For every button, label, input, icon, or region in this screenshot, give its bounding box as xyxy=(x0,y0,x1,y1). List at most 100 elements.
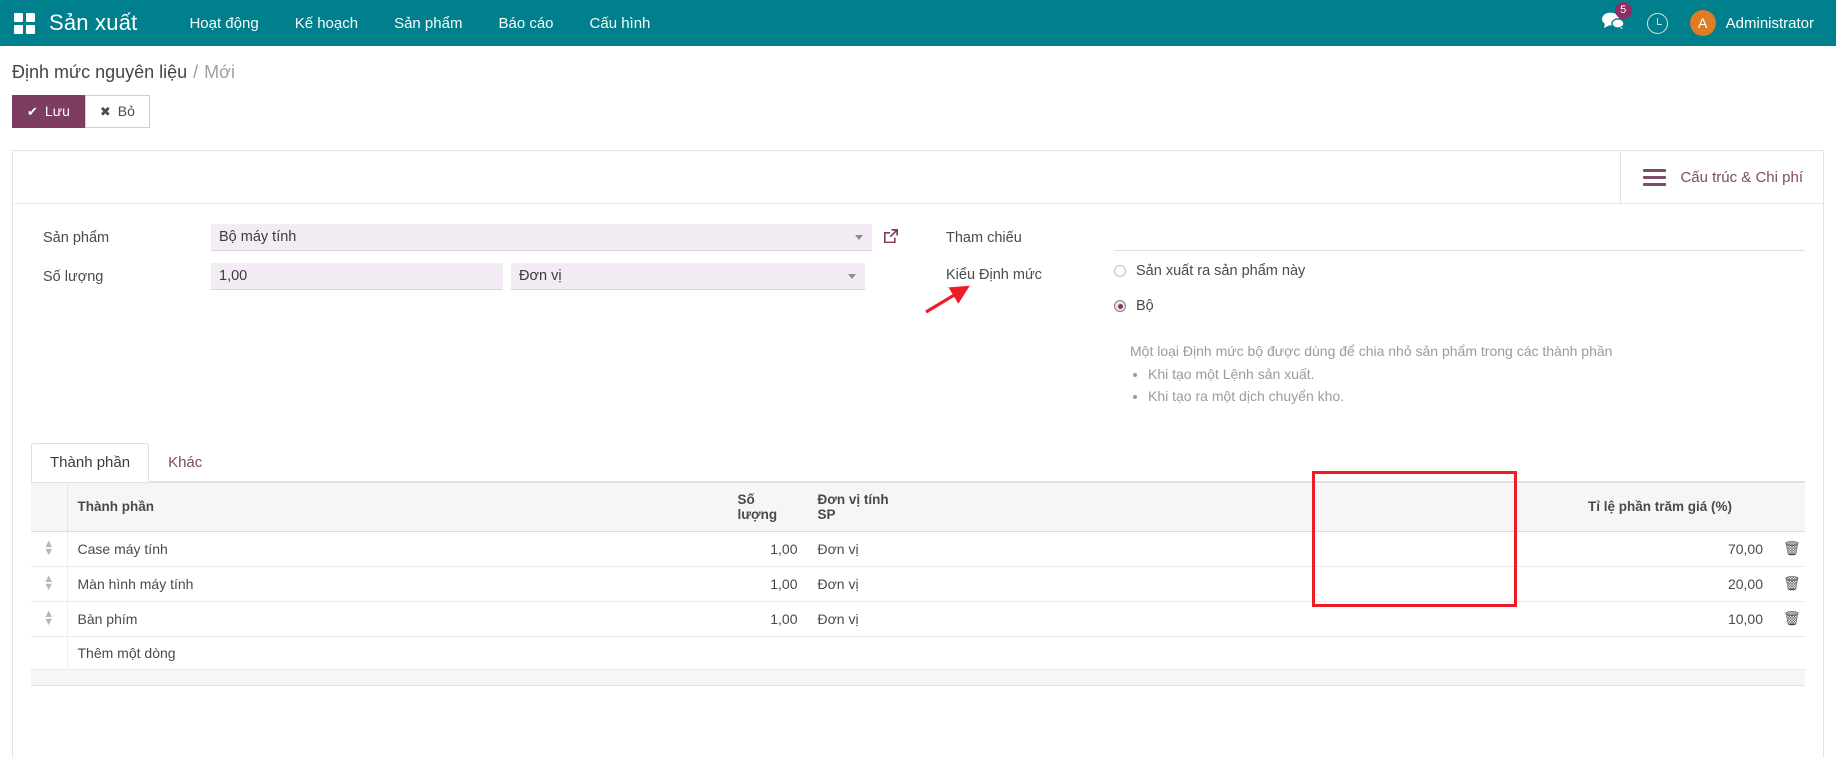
quantity-value: 1,00 xyxy=(219,267,248,284)
save-button-label: Lưu xyxy=(44,103,70,119)
stat-button-structure-cost[interactable]: Cấu trúc & Chi phí xyxy=(1620,150,1823,204)
stat-button-label: Cấu trúc & Chi phí xyxy=(1680,168,1803,186)
row-spacer xyxy=(917,601,1578,637)
breadcrumb-separator: / xyxy=(193,62,199,82)
breadcrumb-bar: Định mức nguyên liệu / Mới xyxy=(0,46,1836,83)
table-row[interactable]: ▲ ▼ Bàn phím 1,00 Đơn vị 10,00 🗑 xyxy=(31,601,1805,637)
field-row-product: Sản phẩm Bộ máy tính xyxy=(33,224,900,252)
column-spacer xyxy=(917,481,1578,532)
row-component-name[interactable]: Màn hình máy tính xyxy=(67,566,728,602)
menu-item-planning[interactable]: Kế hoạch xyxy=(277,9,376,38)
radio-option-manufacture[interactable]: Sản xuất ra sản phẩm này xyxy=(1114,263,1305,279)
column-delete xyxy=(1773,481,1805,532)
column-handle xyxy=(31,481,68,532)
user-menu[interactable]: A Administrator xyxy=(1689,10,1814,36)
menu-item-configuration[interactable]: Cấu hình xyxy=(572,9,669,38)
apps-menu-icon[interactable] xyxy=(14,12,35,34)
row-price-percentage[interactable]: 10,00 xyxy=(1578,601,1773,637)
radio-option-kit[interactable]: Bộ xyxy=(1114,298,1154,314)
row-quantity[interactable]: 1,00 xyxy=(727,601,808,637)
reference-input[interactable] xyxy=(1114,225,1805,251)
product-input[interactable]: Bộ máy tính xyxy=(211,224,872,252)
list-hamburger-icon xyxy=(1643,168,1667,186)
quantity-uom-input[interactable]: Đơn vị xyxy=(511,263,866,291)
form-column-right: Tham chiếu Kiểu Định mức Sản xuất ra sản… xyxy=(918,224,1823,421)
breadcrumb-root[interactable]: Định mức nguyên liệu xyxy=(12,62,187,82)
form-fields: Sản phẩm Bộ máy tính Số lượng 1,00 Đơn v… xyxy=(13,204,1823,421)
radio-option-manufacture-label: Sản xuất ra sản phẩm này xyxy=(1136,262,1306,279)
row-quantity[interactable]: 1,00 xyxy=(727,531,808,567)
quantity-label: Số lượng xyxy=(43,268,104,285)
quantity-input[interactable]: 1,00 xyxy=(211,263,503,291)
components-table: Thành phần Số lượng Đơn vị tính SP Tỉ lệ… xyxy=(31,481,1805,670)
messages-count-badge: 5 xyxy=(1614,1,1632,19)
table-header-row: Thành phần Số lượng Đơn vị tính SP Tỉ lệ… xyxy=(31,481,1805,532)
row-price-percentage[interactable]: 70,00 xyxy=(1578,531,1773,567)
stat-button-bar: Cấu trúc & Chi phí xyxy=(13,150,1823,204)
chevron-down-icon[interactable] xyxy=(855,235,863,241)
times-icon: ✖ xyxy=(99,103,111,119)
drag-handle-icon[interactable]: ▲ ▼ xyxy=(31,531,68,567)
tab-components[interactable]: Thành phần xyxy=(31,442,150,482)
drag-handle-icon[interactable]: ▲ ▼ xyxy=(31,601,68,637)
messages-button[interactable]: 5 xyxy=(1601,1,1632,36)
chevron-down-icon[interactable] xyxy=(848,274,857,280)
table-row[interactable]: ▲ ▼ Màn hình máy tính 1,00 Đơn vị 20,00 🗑 xyxy=(31,566,1805,602)
bom-type-help: Một loại Định mức bộ được dùng để chia n… xyxy=(1130,343,1612,410)
trash-icon[interactable]: 🗑 xyxy=(1773,601,1805,637)
app-brand-title[interactable]: Sản xuất xyxy=(49,10,137,36)
menu-item-products[interactable]: Sản phẩm xyxy=(376,9,480,38)
avatar: A xyxy=(1689,10,1716,36)
table-row[interactable]: ▲ ▼ Case máy tính 1,00 Đơn vị 70,00 🗑 xyxy=(31,531,1805,567)
tab-misc[interactable]: Khác xyxy=(149,443,221,482)
row-quantity[interactable]: 1,00 xyxy=(727,566,808,602)
form-sheet: Cấu trúc & Chi phí Sản phẩm Bộ máy tính xyxy=(12,149,1824,758)
discard-button[interactable]: ✖ Bỏ xyxy=(84,95,150,128)
external-link-icon[interactable] xyxy=(882,227,900,248)
top-navbar: Sản xuất Hoạt động Kế hoạch Sản phẩm Báo… xyxy=(0,0,1836,46)
row-spacer xyxy=(917,531,1578,567)
clock-icon[interactable] xyxy=(1646,12,1668,34)
column-component[interactable]: Thành phần xyxy=(67,481,728,532)
form-action-buttons: ✔ Lưu ✖ Bỏ xyxy=(0,83,1836,128)
field-row-reference: Tham chiếu xyxy=(936,224,1805,252)
add-line-button[interactable]: Thêm một dòng xyxy=(67,636,1805,670)
menu-item-operations[interactable]: Hoạt động xyxy=(171,9,276,38)
field-row-quantity: Số lượng 1,00 Đơn vị xyxy=(33,263,900,291)
row-price-percentage[interactable]: 20,00 xyxy=(1578,566,1773,602)
row-uom[interactable]: Đơn vị xyxy=(807,601,918,637)
column-price-percentage[interactable]: Tỉ lệ phần trăm giá (%) xyxy=(1578,481,1773,532)
check-icon: ✔ xyxy=(27,103,38,119)
column-quantity[interactable]: Số lượng xyxy=(727,481,808,532)
bom-type-help-item: Khi tạo một Lệnh sản xuất. xyxy=(1148,366,1612,382)
app-screen: Sản xuất Hoạt động Kế hoạch Sản phẩm Báo… xyxy=(0,0,1836,766)
radio-option-kit-label: Bộ xyxy=(1136,297,1154,314)
menu-item-reporting[interactable]: Báo cáo xyxy=(480,9,571,38)
user-name-label: Administrator xyxy=(1725,14,1814,32)
row-uom[interactable]: Đơn vị xyxy=(807,566,918,602)
form-column-left: Sản phẩm Bộ máy tính Số lượng 1,00 Đơn v… xyxy=(13,224,918,421)
bom-type-help-text: Một loại Định mức bộ được dùng để chia n… xyxy=(1130,342,1613,359)
add-line-handle xyxy=(31,636,68,670)
discard-button-label: Bỏ xyxy=(117,103,135,119)
main-menu: Hoạt động Kế hoạch Sản phẩm Báo cáo Cấu … xyxy=(171,9,668,38)
save-button[interactable]: ✔ Lưu xyxy=(12,95,85,128)
trash-icon[interactable]: 🗑 xyxy=(1773,566,1805,602)
radio-circle-selected-icon[interactable] xyxy=(1114,299,1126,312)
bom-type-label: Kiểu Định mức xyxy=(946,266,1042,283)
field-row-bom-type: Kiểu Định mức Sản xuất ra sản phẩm này B… xyxy=(936,263,1805,410)
radio-circle-icon[interactable] xyxy=(1114,264,1126,277)
drag-handle-icon[interactable]: ▲ ▼ xyxy=(31,566,68,602)
trash-icon[interactable]: 🗑 xyxy=(1773,531,1805,567)
bom-type-help-item: Khi tạo ra một dịch chuyển kho. xyxy=(1148,388,1612,404)
quantity-uom-value: Đơn vị xyxy=(519,267,562,284)
reference-label: Tham chiếu xyxy=(946,229,1022,246)
add-line-row[interactable]: Thêm một dòng xyxy=(31,636,1805,670)
row-component-name[interactable]: Case máy tính xyxy=(67,531,728,567)
row-uom[interactable]: Đơn vị xyxy=(807,531,918,567)
table-footer-strip xyxy=(31,669,1805,686)
row-spacer xyxy=(917,566,1578,602)
row-component-name[interactable]: Bàn phím xyxy=(67,601,728,637)
notebook-tabs: Thành phần Khác xyxy=(31,442,1805,482)
column-uom[interactable]: Đơn vị tính SP xyxy=(807,481,918,532)
